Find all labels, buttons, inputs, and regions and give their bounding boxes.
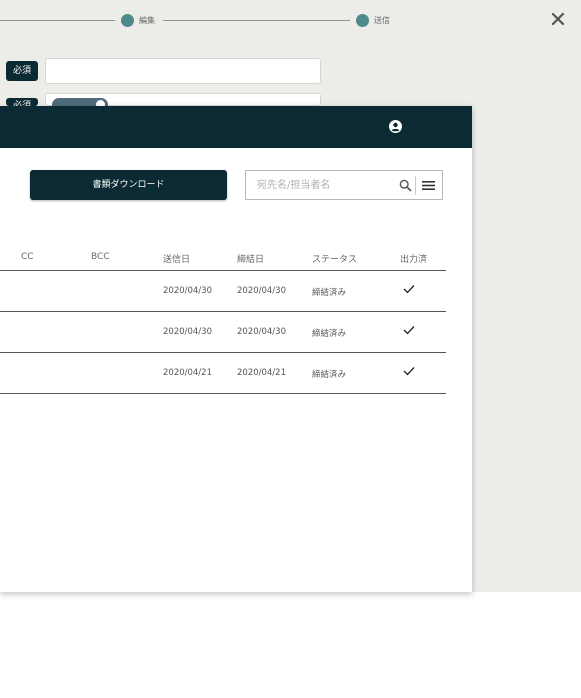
step-connector (0, 20, 115, 21)
column-header-bcc[interactable]: BCC (91, 252, 110, 262)
column-header-status[interactable]: ステータス (312, 252, 357, 265)
search-box (245, 170, 443, 200)
step-dot-edit (121, 14, 134, 27)
document-list-panel: 書類ダウンロード CC BCC 送信日 締結日 ステータス 出力済 2020/0… (0, 106, 472, 592)
check-icon (403, 285, 415, 294)
documents-table: CC BCC 送信日 締結日 ステータス 出力済 2020/04/30 2020… (0, 246, 446, 394)
status-cell: 締結済み (312, 370, 347, 380)
divider (415, 176, 416, 195)
status-cell: 締結済み (312, 288, 347, 298)
user-circle-icon[interactable] (389, 120, 402, 133)
column-header-output[interactable]: 出力済 (400, 252, 427, 265)
table-row[interactable]: 2020/04/21 2020/04/21 締結済み (0, 353, 446, 394)
signed-date-cell: 2020/04/21 (237, 368, 286, 378)
check-icon (403, 326, 415, 335)
required-badge: 必須 (6, 61, 38, 81)
column-header-sent-date[interactable]: 送信日 (163, 252, 190, 265)
wizard-stepper: 編集 送信 (0, 14, 400, 28)
search-input[interactable] (246, 171, 396, 199)
close-icon[interactable]: ✕ (547, 10, 569, 32)
required-badge: 必須 (6, 98, 38, 106)
column-header-cc[interactable]: CC (21, 252, 34, 262)
sent-date-cell: 2020/04/30 (163, 327, 212, 337)
sent-date-cell: 2020/04/21 (163, 368, 212, 378)
table-row[interactable]: 2020/04/30 2020/04/30 締結済み (0, 312, 446, 353)
step-connector (163, 20, 350, 21)
step-dot-send (356, 14, 369, 27)
table-header-row: CC BCC 送信日 締結日 ステータス 出力済 (0, 246, 446, 271)
status-cell: 締結済み (312, 329, 347, 339)
panel-header (0, 106, 472, 148)
menu-icon[interactable] (422, 180, 435, 191)
step-label-send: 送信 (374, 16, 390, 25)
signed-date-cell: 2020/04/30 (237, 286, 286, 296)
step-label-edit: 編集 (139, 16, 155, 25)
recipient-input[interactable] (45, 58, 321, 84)
column-header-signed-date[interactable]: 締結日 (237, 252, 264, 265)
signed-date-cell: 2020/04/30 (237, 327, 286, 337)
download-documents-button[interactable]: 書類ダウンロード (30, 170, 227, 200)
search-icon[interactable] (399, 179, 412, 192)
check-icon (403, 367, 415, 376)
table-row[interactable]: 2020/04/30 2020/04/30 締結済み (0, 271, 446, 312)
sent-date-cell: 2020/04/30 (163, 286, 212, 296)
